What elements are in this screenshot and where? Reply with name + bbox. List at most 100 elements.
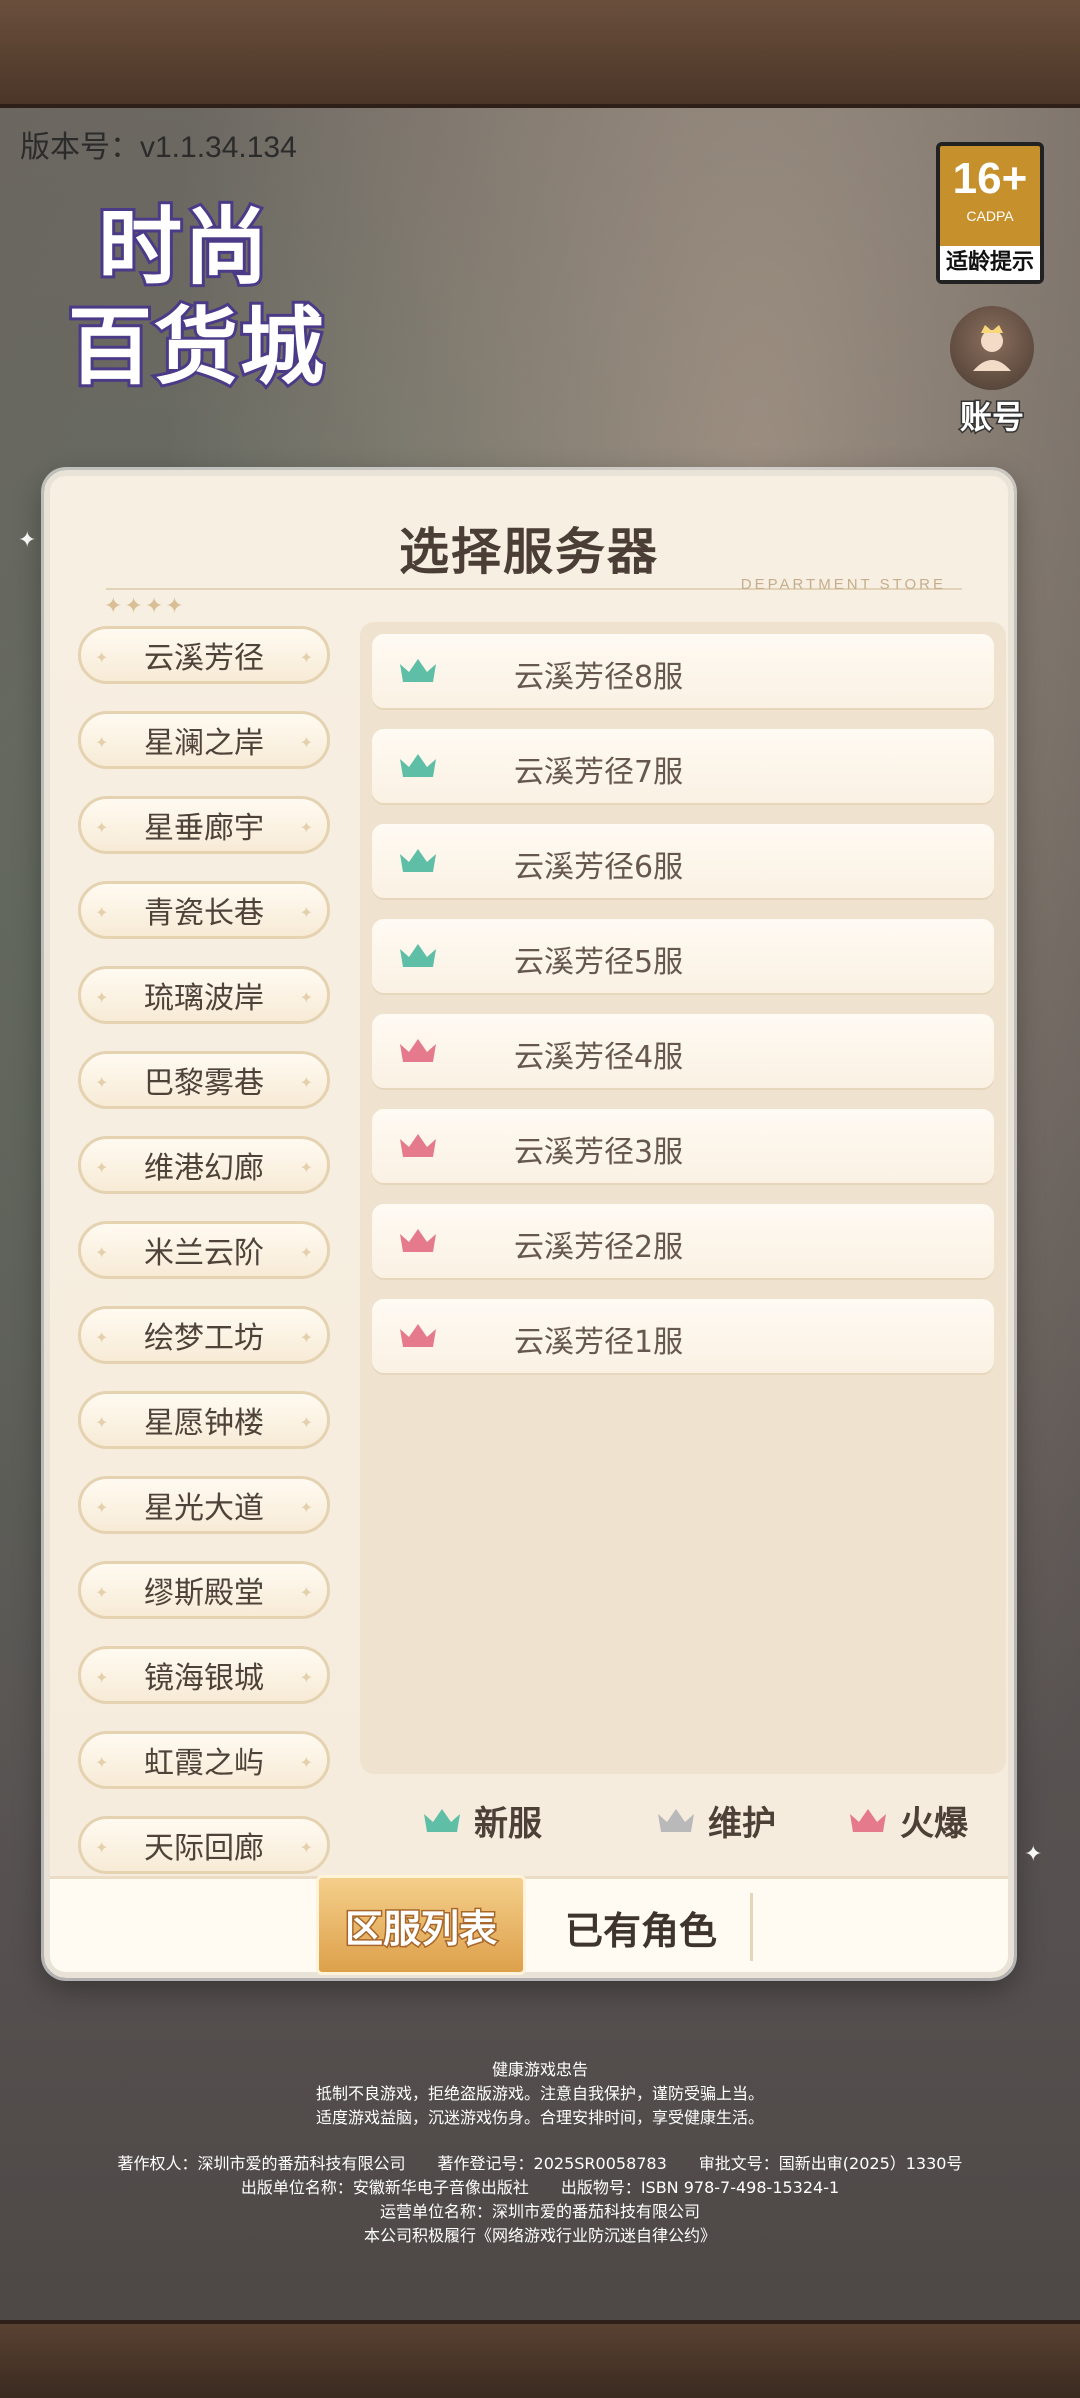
sparkle-icon: ✦ xyxy=(95,1243,109,1262)
region-item[interactable]: ✦ 云溪芳径 ✦ xyxy=(78,626,330,684)
sparkle-icon: ✦ xyxy=(95,1583,109,1602)
server-item[interactable]: 云溪芳径5服 xyxy=(372,919,994,993)
region-item[interactable]: ✦ 星垂廊宇 ✦ xyxy=(78,796,330,854)
legend-new-label: 新服 xyxy=(474,1804,542,1844)
sparkle-icon: ✦ xyxy=(95,1413,109,1432)
region-item[interactable]: ✦ 琉璃波岸 ✦ xyxy=(78,966,330,1024)
sparkle-icon: ✦ xyxy=(95,1668,109,1687)
server-select-dialog: 选择服务器 DEPARTMENT STORE ✦✦✦✦ ✦ 云溪芳径 ✦ ✦ 星澜之岸 ✦… xyxy=(44,470,1014,1978)
region-item-label: 琉璃波岸 xyxy=(144,981,264,1016)
health-notice-title: 健康游戏忠告 xyxy=(491,2060,588,2079)
region-item[interactable]: ✦ 星愿钟楼 ✦ xyxy=(78,1391,330,1449)
sparkle-icon: ✦ xyxy=(299,1668,313,1687)
account-avatar-icon xyxy=(950,306,1034,390)
region-item[interactable]: ✦ 缪斯殿堂 ✦ xyxy=(78,1561,330,1619)
region-item[interactable]: ✦ 天际回廊 ✦ xyxy=(78,1816,330,1874)
age-rating-badge[interactable]: 16+ CADPA 适龄提示 xyxy=(936,142,1044,284)
top-decor-bar xyxy=(0,0,1080,108)
region-item[interactable]: ✦ 星澜之岸 ✦ xyxy=(78,711,330,769)
crown-icon xyxy=(400,1229,436,1252)
region-item[interactable]: ✦ 绘梦工坊 ✦ xyxy=(78,1306,330,1364)
sparkle-icon: ✦ xyxy=(299,1328,313,1347)
server-item[interactable]: 云溪芳径8服 xyxy=(372,634,994,708)
region-item[interactable]: ✦ 虹霞之屿 ✦ xyxy=(78,1731,330,1789)
crown-icon xyxy=(400,1039,436,1062)
server-item[interactable]: 云溪芳径1服 xyxy=(372,1299,994,1373)
legend-new: 新服 xyxy=(422,1796,542,1845)
region-item-label: 虹霞之屿 xyxy=(144,1746,264,1781)
server-item[interactable]: 云溪芳径4服 xyxy=(372,1014,994,1088)
crown-icon xyxy=(400,1324,436,1347)
tab-divider xyxy=(750,1893,753,1961)
tab-server-list[interactable]: 区服列表 xyxy=(316,1875,526,1975)
region-item-label: 米兰云阶 xyxy=(144,1236,264,1271)
region-item-label: 巴黎雾巷 xyxy=(144,1066,264,1101)
server-item[interactable]: 云溪芳径2服 xyxy=(372,1204,994,1278)
logo-line-2: 百货城 xyxy=(65,295,327,399)
legend-hot-label: 火爆 xyxy=(900,1804,968,1844)
age-rating-org: CADPA xyxy=(966,208,1014,224)
region-item[interactable]: ✦ 青瓷长巷 ✦ xyxy=(78,881,330,939)
region-item-label: 天际回廊 xyxy=(144,1831,264,1866)
sparkle-icon: ✦ xyxy=(299,1413,313,1432)
sparkle-icon: ✦ xyxy=(95,1753,109,1772)
server-item[interactable]: 云溪芳径6服 xyxy=(372,824,994,898)
sparkle-icon: ✦ xyxy=(18,528,37,553)
region-item-label: 星澜之岸 xyxy=(144,726,264,761)
region-item[interactable]: ✦ 维港幻廊 ✦ xyxy=(78,1136,330,1194)
crown-icon xyxy=(658,1808,694,1832)
copyright-line-1: 著作权人：深圳市爱的番茄科技有限公司 著作登记号：2025SR0058783 审… xyxy=(117,2154,963,2173)
game-logo: 时尚 百货城 xyxy=(48,180,378,410)
region-item-label: 镜海银城 xyxy=(144,1661,264,1696)
sparkle-icon: ✦ xyxy=(299,733,313,752)
server-item-name: 云溪芳径4服 xyxy=(514,1040,684,1075)
region-item[interactable]: ✦ 米兰云阶 ✦ xyxy=(78,1221,330,1279)
server-item-name: 云溪芳径3服 xyxy=(514,1135,684,1170)
region-item[interactable]: ✦ 星光大道 ✦ xyxy=(78,1476,330,1534)
region-item[interactable]: ✦ 镜海银城 ✦ xyxy=(78,1646,330,1704)
region-item[interactable]: ✦ 巴黎雾巷 ✦ xyxy=(78,1051,330,1109)
region-item-label: 星光大道 xyxy=(144,1491,264,1526)
sparkle-icon: ✦ xyxy=(95,1158,109,1177)
sparkle-icon: ✦ xyxy=(299,1838,313,1857)
sparkle-icon: ✦ xyxy=(95,733,109,752)
sparkle-icon: ✦ xyxy=(1024,1842,1043,1867)
server-item-name: 云溪芳径7服 xyxy=(514,755,684,790)
legend-maintenance-label: 维护 xyxy=(708,1804,776,1844)
legend-hot: 火爆 xyxy=(848,1796,968,1845)
copyright-line-4: 本公司积极履行《网络游戏行业防沉迷自律公约》 xyxy=(363,2226,716,2245)
region-item-label: 星垂廊宇 xyxy=(144,811,264,846)
account-button[interactable]: 账号 xyxy=(944,306,1040,438)
region-item-label: 绘梦工坊 xyxy=(144,1321,264,1356)
server-item-name: 云溪芳径5服 xyxy=(514,945,684,980)
server-item[interactable]: 云溪芳径7服 xyxy=(372,729,994,803)
sparkle-icon: ✦ xyxy=(95,1328,109,1347)
sparkle-icon: ✦ xyxy=(299,1753,313,1772)
sparkle-icon: ✦ xyxy=(95,1838,109,1857)
copyright-line-2: 出版单位名称：安徽新华电子音像出版社 出版物号：ISBN 978-7-498-1… xyxy=(240,2178,840,2197)
crown-icon xyxy=(400,944,436,967)
sparkle-icon: ✦ xyxy=(299,648,313,667)
region-list: ✦ 云溪芳径 ✦ ✦ 星澜之岸 ✦ ✦ 星垂廊宇 ✦ ✦ 青瓷长巷 ✦ ✦ 琉璃波岸 ✦ ✦ 巴黎雾巷 ✦ ✦ 维港幻… xyxy=(78,626,334,1874)
stars-decoration: ✦✦✦✦ xyxy=(104,594,186,619)
bottom-tab-bar: 区服列表 已有角色 xyxy=(50,1875,1008,1975)
sparkle-icon: ✦ xyxy=(299,903,313,922)
region-item-label: 星愿钟楼 xyxy=(144,1406,264,1441)
version-label: 版本号：v1.1.34.134 xyxy=(20,131,297,164)
age-rating-value: 16+ xyxy=(952,154,1028,203)
health-notice-line-2: 适度游戏益脑，沉迷游戏伤身。合理安排时间，享受健康生活。 xyxy=(315,2108,764,2127)
tab-my-roles[interactable]: 已有角色 xyxy=(536,1879,746,1975)
sparkle-icon: ✦ xyxy=(95,988,109,1007)
server-list-panel: 云溪芳径8服 云溪芳径7服云溪芳径6服云溪芳径5服 云溪芳径4服 云溪芳径3服云溪芳径… xyxy=(360,622,1006,1774)
region-item-label: 维港幻廊 xyxy=(144,1151,264,1186)
dialog-subtitle: DEPARTMENT STORE xyxy=(740,576,946,593)
copyright-info: 著作权人：深圳市爱的番茄科技有限公司 著作登记号：2025SR0058783 审… xyxy=(0,2152,1080,2248)
sparkle-icon: ✦ xyxy=(299,988,313,1007)
bottom-decor-bar xyxy=(0,2320,1080,2398)
server-item-name: 云溪芳径8服 xyxy=(514,660,684,695)
crown-icon xyxy=(400,754,436,777)
region-item-label: 云溪芳径 xyxy=(144,641,264,676)
server-item[interactable]: 云溪芳径3服 xyxy=(372,1109,994,1183)
crown-icon xyxy=(400,1134,436,1157)
crown-icon xyxy=(400,849,436,872)
